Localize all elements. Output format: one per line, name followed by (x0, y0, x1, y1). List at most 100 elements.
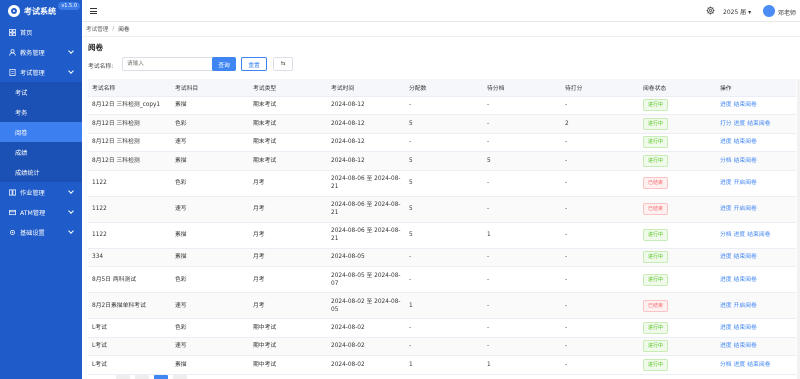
action-link[interactable]: 开启阅卷 (734, 180, 757, 186)
brand[interactable]: 考试系统 v1.5.0 (0, 0, 82, 22)
action-link[interactable]: 结束阅卷 (734, 139, 757, 145)
year-selector[interactable]: 2025 届 ▾ (723, 7, 751, 16)
page-prev[interactable] (116, 375, 130, 379)
breadcrumb-current: 阅卷 (118, 27, 130, 33)
status-badge: 进行中 (643, 340, 669, 353)
status-badge: 已结束 (643, 299, 669, 312)
action-link[interactable]: 进度 (734, 121, 746, 127)
action-link[interactable]: 进度 (720, 254, 732, 260)
sidebar-item-5[interactable]: 阅卷 (0, 122, 82, 142)
sidebar-item-label: 作业管理 (20, 189, 45, 197)
action-link[interactable]: 结束阅卷 (734, 102, 757, 108)
cell-actions: 进度 结束阅卷 (716, 318, 796, 338)
cell-assigned: 5 (405, 151, 483, 171)
cell-assigned: 5 (405, 114, 483, 134)
cell-assigned: - (405, 133, 483, 152)
cell-subject: 色彩 (171, 318, 249, 338)
sidebar-menu: 首页 教务管理考试管理考试 考务阅卷成绩 成绩统计作业管理 ATM管理基础设置 (0, 22, 82, 242)
action-link[interactable]: 结束阅卷 (734, 277, 757, 283)
top-header: 2025 届 ▾ 邓老师 (82, 0, 800, 22)
cell-actions: 分档 结束阅卷 (716, 151, 796, 171)
action-link[interactable]: 结束阅卷 (747, 121, 770, 127)
action-link[interactable]: 进度 (720, 180, 732, 186)
action-link[interactable]: 结束阅卷 (747, 232, 770, 238)
action-link[interactable]: 开启阅卷 (734, 303, 757, 309)
action-link[interactable]: 结束阅卷 (747, 362, 770, 368)
action-link[interactable]: 进度 (734, 362, 746, 368)
toggle-columns-icon[interactable]: ⇆ (273, 57, 293, 71)
cell-pending-grade: - (483, 114, 561, 134)
sidebar-item-8[interactable]: 作业管理 (0, 182, 82, 202)
avatar[interactable] (763, 5, 775, 17)
sidebar-item-2[interactable]: 考试管理 (0, 62, 82, 82)
action-link[interactable]: 进度 (720, 303, 732, 309)
cell-actions: 进度 结束阅卷 (716, 96, 796, 115)
cell-pending-grade: 1 (483, 222, 561, 249)
cell-time: 2024-08-12 (327, 96, 405, 115)
cell-pending-grade: - (483, 248, 561, 267)
settings-gear-icon[interactable] (706, 6, 715, 15)
cell-actions: 进度 开启阅卷 (716, 292, 796, 319)
sidebar-item-7[interactable]: 成绩统计 (0, 162, 82, 182)
action-link[interactable]: 结束阅卷 (734, 158, 757, 164)
search-input[interactable] (122, 57, 217, 71)
action-link[interactable]: 开启阅卷 (734, 206, 757, 212)
cell-pending-grade: 1 (483, 355, 561, 375)
cell-type: 期中考试 (249, 337, 327, 356)
breadcrumb-parent[interactable]: 考试管理 (86, 25, 108, 33)
page-item[interactable] (172, 375, 187, 379)
action-link[interactable]: 分档 (720, 362, 732, 368)
sidebar-item-4[interactable]: 考务 (0, 102, 82, 122)
action-link[interactable]: 分档 (720, 232, 732, 238)
action-link[interactable]: 进度 (720, 206, 732, 212)
column-header: 考试科目 (171, 79, 249, 97)
cell-actions: 分档 进度 结束阅卷 (716, 355, 796, 375)
action-link[interactable]: 结束阅卷 (734, 254, 757, 260)
sidebar: 考试系统 v1.5.0 首页 教务管理考试管理考试 考务阅卷成绩 成绩统计作业管理 AT… (0, 0, 82, 379)
cell-status: 进行中 (639, 248, 716, 267)
sidebar-item-1[interactable]: 教务管理 (0, 42, 82, 62)
action-link[interactable]: 进度 (720, 343, 732, 349)
action-link[interactable]: 进度 (720, 102, 732, 108)
table-row: 8月12日 三科检测_copy1 素描 期末考试 2024-08-12- - - 进行中 进度… (88, 96, 796, 115)
sidebar-item-6[interactable]: 成绩 (0, 142, 82, 162)
action-link[interactable]: 进度 (720, 325, 732, 331)
cell-pending-grade: 5 (483, 151, 561, 171)
action-link[interactable]: 分档 (720, 158, 732, 164)
status-badge: 进行中 (643, 273, 669, 286)
app-name: 考试系统 (24, 6, 56, 16)
action-link[interactable]: 进度 (720, 277, 732, 283)
sidebar-item-label: 阅卷 (15, 129, 28, 137)
cell-pending-grade: - (483, 337, 561, 356)
action-link[interactable]: 进度 (734, 232, 746, 238)
cell-pending-grade: - (483, 196, 561, 223)
action-link[interactable]: 结束阅卷 (734, 325, 757, 331)
reset-button[interactable]: 重置 (241, 57, 267, 71)
table-row: 8月2日素描单科考试 速写 月考 2024-08-02 至 2024-08-05 1- -… (88, 292, 796, 319)
cell-assigned: - (405, 96, 483, 115)
column-header: 分配数 (405, 79, 483, 97)
sidebar-item-3[interactable]: 考试 (0, 82, 82, 102)
cell-subject: 素描 (171, 96, 249, 115)
action-link[interactable]: 进度 (720, 139, 732, 145)
user-name[interactable]: 邓老师 (778, 8, 796, 17)
table-row: L考试 素描 期中考试 2024-08-02 1 1- 进行中 分档 进度 结束阅卷 (88, 355, 796, 375)
chevron-down-icon (68, 208, 74, 214)
sidebar-item-10[interactable]: 基础设置 (0, 222, 82, 242)
sidebar-item-9[interactable]: ATM管理 (0, 202, 82, 222)
page-item[interactable] (134, 375, 149, 379)
action-link[interactable]: 结束阅卷 (734, 343, 757, 349)
sidebar-item-label: ATM管理 (20, 209, 46, 217)
cell-pending-grade: - (483, 133, 561, 152)
menu-toggle-icon[interactable] (90, 8, 97, 14)
breadcrumb-separator: / (112, 26, 115, 32)
query-button[interactable]: 查询 (212, 57, 236, 71)
sidebar-item-0[interactable]: 首页 (0, 22, 82, 42)
action-link[interactable]: 打分 (720, 121, 732, 127)
cell-pending-score: - (561, 196, 639, 223)
cell-status: 进行中 (639, 114, 716, 134)
cell-status: 进行中 (639, 222, 716, 249)
page-item-active[interactable] (153, 375, 168, 379)
cell-name: L考试 (88, 318, 171, 338)
sidebar-item-label: 考试管理 (20, 69, 45, 77)
